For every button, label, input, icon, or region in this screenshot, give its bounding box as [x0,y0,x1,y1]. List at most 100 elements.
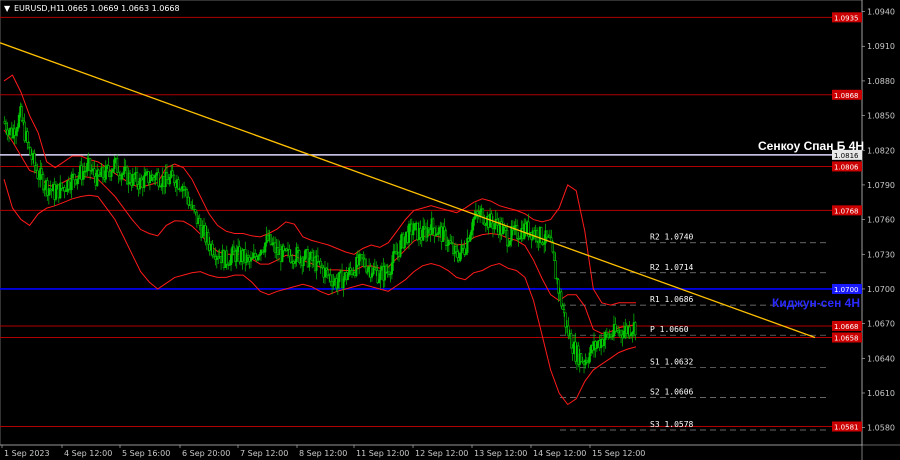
candle-body [177,179,180,190]
x-tick-label: 14 Sep 12:00 [533,449,586,458]
candle-body [580,353,583,362]
candle-body [34,165,38,171]
candle-body [366,268,369,273]
candle-body [563,309,566,314]
y-tick-label: 1.0910 [867,42,895,51]
price-tag-label: 1.0658 [834,335,859,343]
pivot-label: R2 1.0714 [650,263,694,272]
candle-body [235,249,238,262]
candle-body [107,165,110,173]
pivot-label: P 1.0660 [650,325,689,334]
pivot-label: S1 1.0632 [650,358,694,367]
candle-body [377,279,381,283]
candle-body [185,189,189,198]
candle-body [634,322,637,336]
price-axis: 1.0940 1.0910 1.0880 1.0850 1.0820 1.0790 1.07… [862,8,895,433]
x-tick-label: 13 Sep 12:00 [474,449,527,458]
candle-body [493,223,496,230]
candle-body [67,180,70,190]
candle-body [113,159,116,170]
candle-body [254,252,257,257]
candle-body [385,265,388,273]
candle-body [459,252,462,261]
price-chart[interactable]: R2 1.0740 R2 1.0714 R1 1.0686 P 1.0660 S1 1.… [0,0,900,460]
candle-body [256,255,260,261]
x-tick-label: 11 Sep 12:00 [356,449,409,458]
candle-body [128,172,132,183]
candle-body [7,130,11,136]
candle-body [508,240,512,246]
candle-body [476,211,479,215]
candle-body [207,232,210,245]
candle-body [26,131,29,143]
y-tick-label: 1.0880 [867,77,895,86]
candle-body [338,272,341,283]
candle-body [413,223,416,231]
candle-body [211,243,214,256]
candle-body [473,216,476,220]
candle-body [336,281,339,289]
candle-body [302,259,305,267]
pivot-label: R1 1.0686 [650,295,694,304]
candle-body [117,172,120,176]
time-axis: 1 Sep 2023 4 Sep 12:00 5 Sep 16:00 6 Sep 20… [1,445,645,458]
candle-body [557,279,560,294]
candle-body [288,249,291,257]
candle-body [101,167,105,178]
candle-body [490,213,493,224]
price-tag-label: 1.0868 [834,92,859,100]
x-tick-label: 12 Sep 12:00 [415,449,468,458]
y-tick-label: 1.0790 [867,181,895,190]
pivot-label: S3 1.0578 [650,420,694,429]
candle-body [5,123,8,131]
candle-body [296,247,300,251]
candle-body [443,226,446,232]
candle-body [470,229,473,236]
candle-body [54,188,58,200]
candle-body [602,339,606,347]
candle-body [342,278,345,289]
candle-body [471,219,475,231]
candle-body [560,291,563,307]
y-tick-label: 1.0700 [867,285,895,294]
candle-body [97,169,100,176]
candle-body [86,162,89,172]
candle-body [232,246,235,252]
candle-body [407,223,411,243]
x-tick-label: 5 Sep 16:00 [122,449,170,458]
kijun-sen-label: Киджун-сен 4Н [772,296,860,310]
candle-body [379,269,382,280]
y-tick-label: 1.0610 [867,389,895,398]
candle-body [225,250,228,265]
candle-body [595,344,598,349]
candle-body [36,170,39,179]
y-tick-label: 1.0670 [867,320,895,329]
candle-body [20,106,23,121]
candle-body [456,251,459,259]
candle-body [619,330,623,336]
candle-body [399,240,402,257]
candle-body [564,312,567,328]
candle-body [194,209,197,213]
candle-body [229,254,233,266]
candle-body [264,242,267,253]
symbol-dropdown-icon[interactable]: ▼ [4,4,11,13]
candle-body [358,254,361,266]
candle-body [201,227,204,238]
candle-body [437,227,440,235]
candle-body [111,168,114,173]
candle-body [449,240,452,244]
candle-body [172,174,176,184]
candle-body [63,187,66,192]
y-tick-label: 1.0850 [867,112,895,121]
candle-body [370,273,374,278]
candle-body [303,250,307,261]
candle-body [403,236,406,249]
candle-body [412,229,415,236]
y-tick-label: 1.0820 [867,146,895,155]
candle-body [319,260,322,267]
candle-body [454,246,458,253]
pivot-label: R2 1.0740 [650,233,694,242]
candle-body [516,225,519,239]
candle-body [554,260,557,279]
